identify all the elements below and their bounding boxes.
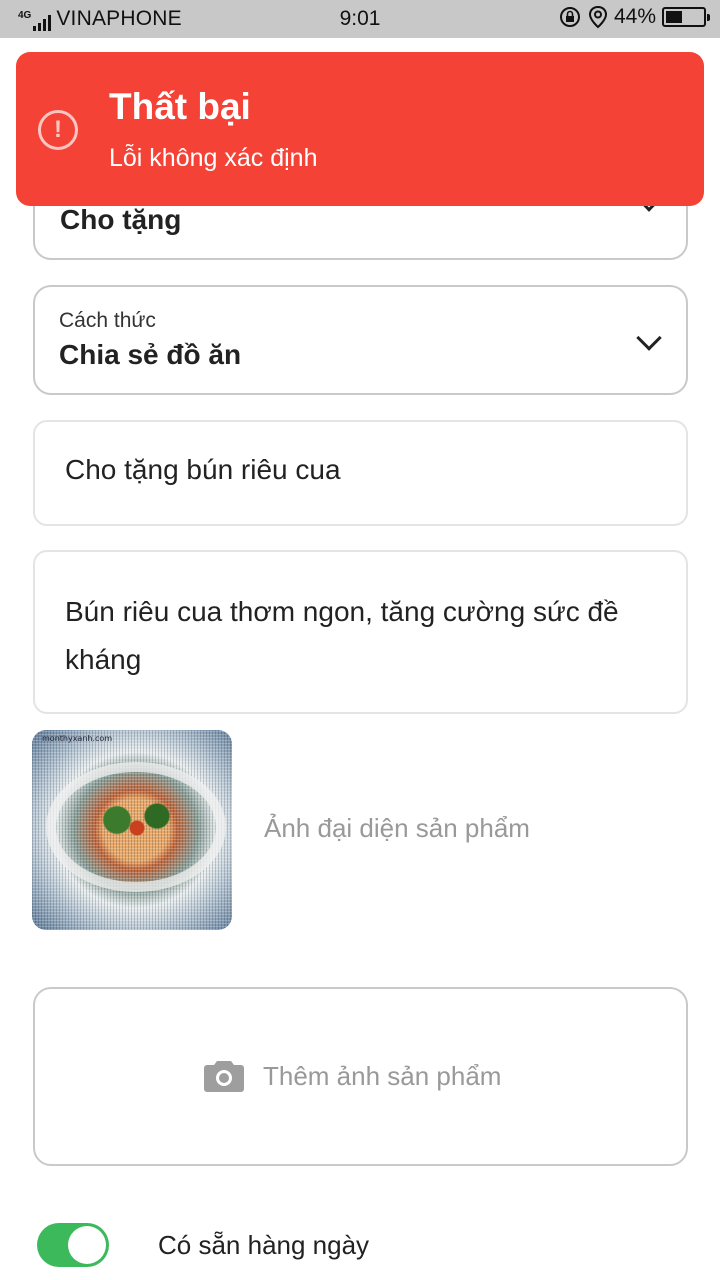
toast-message: Lỗi không xác định bbox=[109, 144, 318, 172]
toggle-knob bbox=[68, 1226, 106, 1264]
location-icon bbox=[588, 5, 607, 29]
description-input[interactable]: Bún riêu cua thơm ngon, tăng cường sức đ… bbox=[33, 550, 688, 714]
method-label: Cách thức bbox=[59, 309, 156, 332]
rotation-lock-icon bbox=[559, 7, 580, 27]
camera-icon bbox=[204, 1061, 244, 1092]
product-avatar-image[interactable]: monthyxanh.com bbox=[32, 730, 232, 930]
food-graphic bbox=[87, 800, 187, 840]
battery-percent: 44% bbox=[613, 5, 656, 28]
add-photo-label: Thêm ảnh sản phẩm bbox=[263, 1061, 502, 1091]
product-avatar-label: Ảnh đại diện sản phẩm bbox=[264, 813, 530, 843]
chevron-down-icon bbox=[636, 325, 662, 351]
image-watermark: monthyxanh.com bbox=[42, 734, 113, 743]
add-product-photo-button[interactable]: Thêm ảnh sản phẩm bbox=[33, 987, 688, 1166]
alert-circle-icon: ! bbox=[38, 110, 78, 150]
daily-availability-toggle[interactable] bbox=[37, 1223, 109, 1267]
battery-level bbox=[666, 11, 682, 23]
method-value: Chia sẻ đồ ăn bbox=[59, 339, 242, 370]
battery-icon bbox=[662, 7, 710, 27]
toast-title: Thất bại bbox=[109, 86, 251, 127]
method-dropdown[interactable]: Cách thức Chia sẻ đồ ăn bbox=[33, 285, 688, 395]
daily-availability-label: Có sẵn hàng ngày bbox=[158, 1230, 370, 1260]
title-value: Cho tặng bún riêu cua bbox=[65, 454, 341, 485]
status-bar: 4G VINAPHONE 9:01 44% bbox=[0, 0, 720, 38]
title-input[interactable]: Cho tặng bún riêu cua bbox=[33, 420, 688, 526]
type-value: Cho tặng bbox=[60, 204, 182, 235]
description-value: Bún riêu cua thơm ngon, tăng cường sức đ… bbox=[65, 596, 619, 675]
error-toast[interactable]: ! Thất bại Lỗi không xác định bbox=[16, 52, 704, 206]
